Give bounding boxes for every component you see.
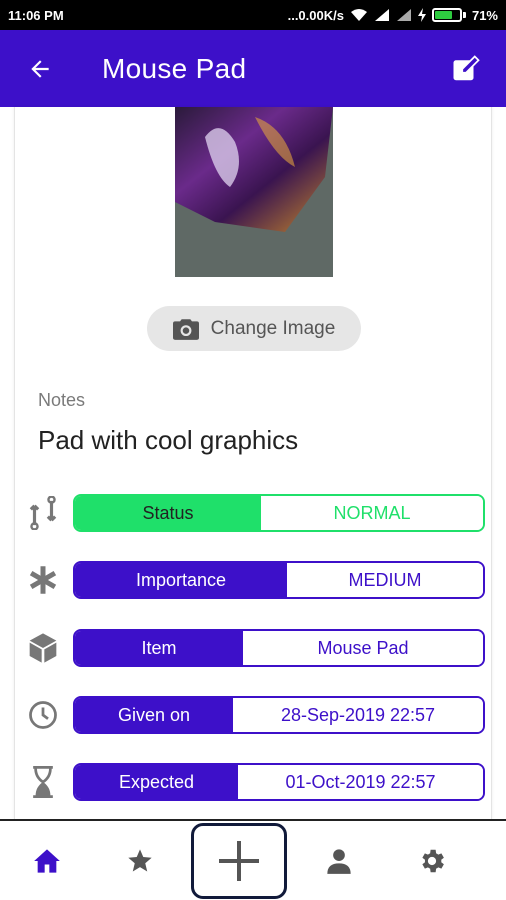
nav-settings[interactable] (385, 821, 478, 900)
importance-value: MEDIUM (287, 563, 483, 597)
given-on-pill: Given on 28-Sep-2019 22:57 (73, 696, 485, 734)
expected-key: Expected (75, 765, 238, 799)
network-speed: ...0.00K/s (287, 7, 344, 23)
wifi-icon (350, 9, 367, 21)
expected-value: 01-Oct-2019 22:57 (238, 765, 483, 799)
item-pill: Item Mouse Pad (73, 629, 485, 667)
bottom-nav (0, 819, 506, 900)
status-value: NORMAL (261, 496, 483, 530)
page-title: Mouse Pad (102, 52, 247, 84)
back-button[interactable] (0, 30, 80, 107)
add-icon (219, 840, 259, 881)
app-bar: Mouse Pad (0, 30, 506, 107)
cube-icon (25, 630, 61, 666)
notes-label: Notes (38, 390, 86, 410)
signal-icon (374, 9, 389, 21)
field-row-given-on[interactable]: Given on 28-Sep-2019 22:57 (25, 695, 485, 735)
hourglass-icon (25, 764, 61, 800)
photo-graphic (175, 107, 333, 277)
charging-icon (417, 8, 426, 22)
edit-note-icon (453, 54, 480, 80)
given-on-value: 28-Sep-2019 22:57 (233, 698, 483, 732)
edit-button[interactable] (426, 30, 506, 107)
home-icon (33, 848, 60, 873)
field-row-expected[interactable]: Expected 01-Oct-2019 22:57 (25, 762, 485, 802)
importance-key: Importance (75, 563, 287, 597)
status-pill: Status NORMAL (73, 494, 485, 532)
gear-icon (421, 849, 444, 872)
nav-profile[interactable] (292, 821, 385, 900)
status-bar: 11:06 PM ...0.00K/s 71% (0, 0, 506, 30)
battery-percent: 71% (471, 7, 498, 23)
given-on-key: Given on (75, 698, 233, 732)
battery-icon (431, 8, 466, 22)
nav-favorites[interactable] (93, 821, 186, 900)
item-value: Mouse Pad (243, 631, 483, 665)
status-key: Status (75, 496, 261, 530)
expected-pill: Expected 01-Oct-2019 22:57 (73, 763, 485, 801)
person-icon (326, 848, 351, 874)
field-row-item[interactable]: Item Mouse Pad (25, 628, 485, 668)
asterisk-icon (25, 562, 61, 598)
field-row-importance[interactable]: Importance MEDIUM (25, 560, 485, 600)
compare-arrows-icon (25, 495, 61, 531)
importance-pill: Importance MEDIUM (73, 561, 485, 599)
camera-icon (172, 318, 199, 340)
status-time: 11:06 PM (8, 7, 64, 23)
add-button[interactable] (191, 822, 287, 899)
field-row-status[interactable]: Status NORMAL (25, 493, 485, 533)
item-key: Item (75, 631, 243, 665)
notes-value: Pad with cool graphics (38, 425, 299, 455)
change-image-label: Change Image (210, 317, 336, 339)
clock-icon (25, 697, 61, 733)
nav-home[interactable] (0, 821, 93, 900)
signal-x-icon (396, 9, 411, 21)
item-photo[interactable] (175, 107, 333, 277)
star-icon (127, 848, 152, 871)
arrow-left-icon (31, 59, 49, 78)
change-image-button[interactable]: Change Image (147, 306, 361, 351)
item-card: Change Image Notes Pad with cool graphic… (14, 107, 492, 819)
